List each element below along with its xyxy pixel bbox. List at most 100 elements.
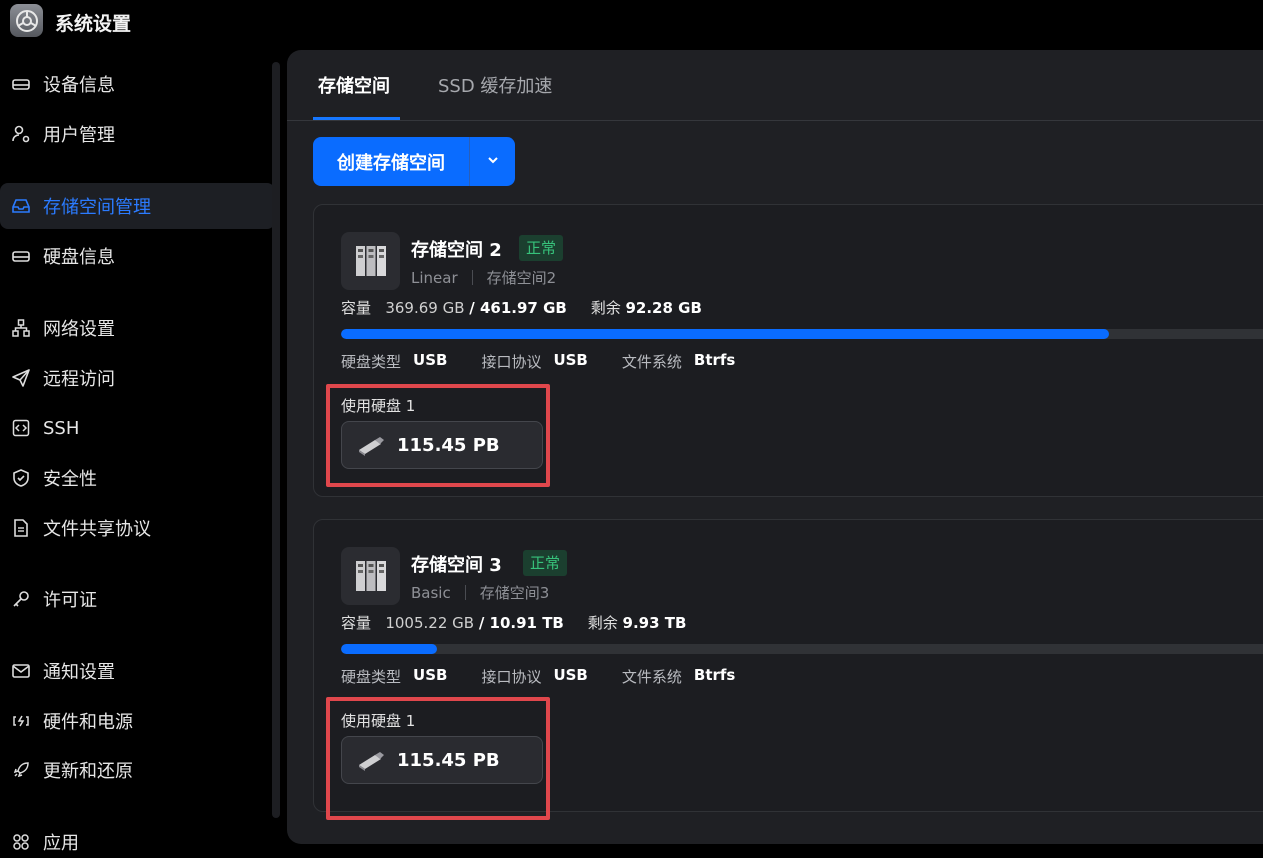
tab-ssd-cache[interactable]: SSD 缓存加速 — [438, 72, 552, 98]
capacity-used: 369.69 GB — [385, 299, 465, 317]
disk-type-label: 硬盘类型 — [341, 668, 402, 686]
status-badge: 正常 — [523, 550, 568, 576]
sidebar-item-label: 通知设置 — [43, 662, 115, 683]
key-icon — [10, 588, 32, 610]
capacity-label: 容量 — [341, 614, 372, 632]
usage-bar-fill — [341, 644, 437, 654]
capacity-total: / 461.97 GB — [469, 299, 567, 317]
disk-type-value: USB — [413, 666, 448, 684]
battery-icon — [10, 710, 32, 732]
interface-label: 接口协议 — [481, 353, 542, 371]
pool-properties: 硬盘类型 USB 接口协议 USB 文件系统 Btrfs — [341, 666, 769, 687]
sidebar-item-license[interactable]: 许可证 — [0, 576, 275, 622]
user-gear-icon — [10, 123, 32, 145]
sidebar-item-security[interactable]: 安全性 — [0, 455, 275, 501]
document-icon — [10, 517, 32, 539]
sidebar-item-storage-management[interactable]: 存储空间管理 — [0, 183, 275, 229]
pool-name: 存储空间 3 — [411, 555, 502, 576]
capacity-row: 容量 369.69 GB / 461.97 GB 剩余 92.28 GB — [341, 297, 702, 318]
code-icon — [10, 417, 32, 439]
rocket-icon — [10, 759, 32, 781]
filesystem-value: Btrfs — [693, 351, 736, 369]
status-badge: 正常 — [519, 235, 564, 261]
pool-properties: 硬盘类型 USB 接口协议 USB 文件系统 Btrfs — [341, 351, 769, 372]
mail-icon — [10, 660, 32, 682]
filesystem-label: 文件系统 — [621, 668, 682, 686]
usage-bar — [341, 329, 1263, 339]
sidebar-item-label: SSH — [43, 417, 80, 439]
sidebar-item-device-info[interactable]: 设备信息 — [0, 61, 275, 107]
usage-bar-fill — [341, 329, 1109, 339]
title-bar: 系统设置 — [0, 0, 1263, 40]
sidebar-item-apps[interactable]: 应用 — [0, 819, 275, 858]
sidebar-item-user-management[interactable]: 用户管理 — [0, 111, 275, 157]
sidebar-item-remote-access[interactable]: 远程访问 — [0, 355, 275, 401]
tab-bar: 存储空间 SSD 缓存加速 — [287, 50, 1263, 121]
create-storage-dropdown-button[interactable] — [470, 137, 515, 186]
inbox-icon — [10, 195, 32, 217]
interface-label: 接口协议 — [481, 668, 542, 686]
raid-type: Basic — [411, 583, 451, 602]
disk-type-value: USB — [413, 351, 448, 369]
sidebar-item-update-restore[interactable]: 更新和还原 — [0, 747, 275, 793]
capacity-label: 容量 — [341, 299, 372, 317]
apps-grid-icon — [10, 831, 32, 853]
sidebar-item-label: 许可证 — [43, 590, 97, 611]
shield-icon — [10, 467, 32, 489]
sidebar-item-ssh[interactable]: SSH — [0, 405, 275, 451]
pool-subtitle: Basic 存储空间3 — [411, 582, 549, 603]
pool-subtitle: Linear 存储空间2 — [411, 267, 556, 288]
divider — [471, 270, 473, 285]
sidebar-scrollbar[interactable] — [272, 62, 280, 818]
disk-type-label: 硬盘类型 — [341, 353, 402, 371]
capacity-free: 9.93 TB — [622, 614, 687, 632]
sidebar-item-file-sharing[interactable]: 文件共享协议 — [0, 505, 275, 551]
paper-plane-icon — [10, 367, 32, 389]
sidebar-item-label: 更新和还原 — [43, 761, 133, 782]
capacity-free: 92.28 GB — [625, 299, 702, 317]
interface-value: USB — [553, 666, 588, 684]
app-title: 系统设置 — [55, 13, 132, 35]
raid-type: Linear — [411, 268, 458, 287]
capacity-row: 容量 1005.22 GB / 10.91 TB 剩余 9.93 TB — [341, 612, 686, 633]
filesystem-value: Btrfs — [693, 666, 736, 684]
filesystem-label: 文件系统 — [621, 353, 682, 371]
usage-bar — [341, 644, 1263, 654]
remaining-label: 剩余 — [587, 614, 618, 632]
sidebar-item-label: 安全性 — [43, 469, 97, 490]
sidebar-item-label: 硬件和电源 — [43, 712, 133, 733]
sidebar-item-label: 用户管理 — [43, 125, 115, 146]
sidebar-item-label: 远程访问 — [43, 369, 115, 390]
sidebar-item-label: 存储空间管理 — [43, 197, 151, 218]
sidebar-item-label: 文件共享协议 — [43, 519, 151, 540]
create-storage-button[interactable]: 创建存储空间 — [313, 137, 470, 186]
storage-pool-icon — [341, 232, 400, 290]
pool-name: 存储空间 2 — [411, 240, 502, 261]
sidebar-item-label: 硬盘信息 — [43, 247, 115, 268]
highlight-box — [326, 697, 550, 820]
interface-value: USB — [553, 351, 588, 369]
capacity-total: / 10.91 TB — [478, 614, 564, 632]
drive-icon — [10, 245, 32, 267]
chevron-down-icon — [486, 152, 500, 171]
storage-pool-icon — [341, 547, 400, 605]
sidebar-item-label: 应用 — [43, 833, 79, 854]
divider — [464, 585, 466, 600]
sidebar-item-disk-info[interactable]: 硬盘信息 — [0, 233, 275, 279]
capacity-used: 1005.22 GB — [385, 614, 475, 632]
sidebar-item-hardware-power[interactable]: 硬件和电源 — [0, 698, 275, 744]
tab-storage-space[interactable]: 存储空间 — [318, 72, 390, 98]
create-storage-button-group: 创建存储空间 — [313, 137, 515, 186]
tab-active-indicator — [313, 117, 400, 120]
pool-alias: 存储空间3 — [479, 584, 550, 602]
sidebar-item-label: 设备信息 — [43, 75, 115, 96]
remaining-label: 剩余 — [590, 299, 621, 317]
highlight-box — [326, 384, 550, 487]
network-icon — [10, 317, 32, 339]
sidebar-item-label: 网络设置 — [43, 319, 115, 340]
sidebar: 设备信息 用户管理 存储空间管理 硬盘信息 网络设置 远程访问 SSH 安全性 … — [0, 50, 280, 858]
sidebar-item-notifications[interactable]: 通知设置 — [0, 648, 275, 694]
drive-icon — [10, 73, 32, 95]
sidebar-item-network[interactable]: 网络设置 — [0, 305, 275, 351]
settings-gear-icon — [10, 4, 43, 37]
